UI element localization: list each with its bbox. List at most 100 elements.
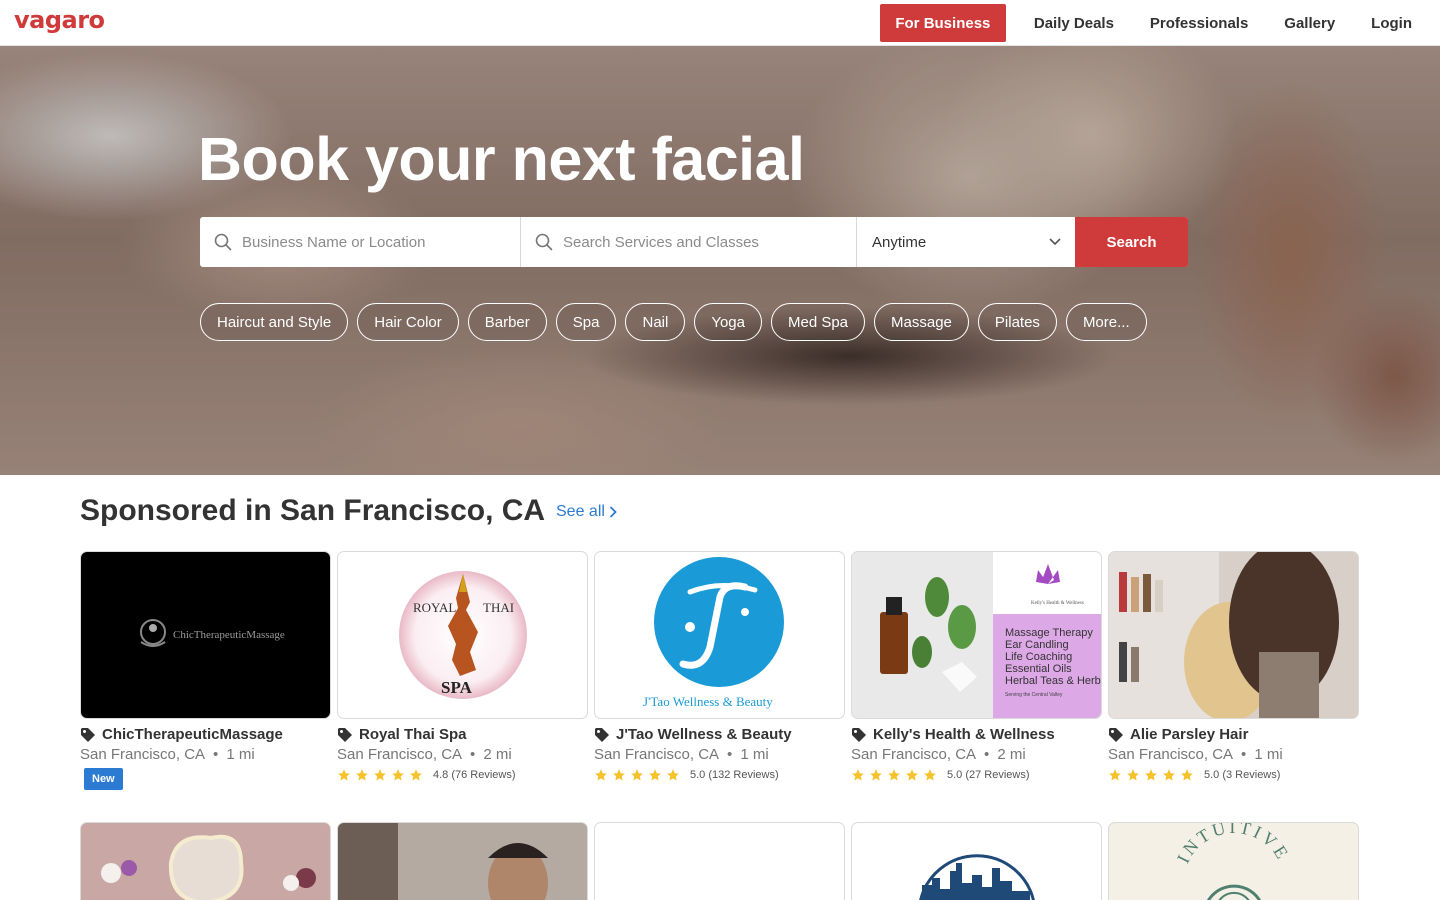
nav-professionals[interactable]: Professionals — [1132, 15, 1266, 32]
star-icon — [613, 769, 625, 781]
business-image[interactable]: INTUITIVE — [1108, 822, 1359, 900]
business-image[interactable]: Kelly's Health & Wellness Massage Therap… — [851, 551, 1102, 719]
thai-text: THAI — [483, 600, 514, 615]
business-city: San Francisco, CA — [337, 746, 463, 763]
business-city: San Francisco, CA — [851, 746, 977, 763]
business-image[interactable] — [337, 822, 588, 900]
service-search-input[interactable]: Search Services and Classes — [521, 217, 857, 267]
star-icon — [595, 769, 607, 781]
chip-med-spa[interactable]: Med Spa — [770, 303, 866, 341]
chip-barber[interactable]: Barber — [467, 303, 547, 341]
search-icon — [535, 233, 553, 251]
top-nav: For Business Daily Deals Professionals G… — [879, 0, 1440, 46]
star-icon — [888, 769, 900, 781]
business-image[interactable] — [594, 822, 845, 900]
service-placeholder: Search Services and Classes — [563, 233, 759, 251]
chevron-down-icon — [1049, 238, 1061, 246]
kellys-line-2: Ear Candling — [1005, 639, 1069, 651]
business-image[interactable] — [851, 822, 1102, 900]
star-icon — [374, 769, 386, 781]
tag-icon — [852, 727, 866, 742]
business-card[interactable]: ROYAL THAI SPA Royal Thai Spa San Franci… — [337, 551, 588, 782]
rating-text: 5.0 (27 Reviews) — [947, 769, 1030, 781]
business-distance: 1 mi — [740, 746, 769, 763]
nav-daily-deals[interactable]: Daily Deals — [1016, 15, 1132, 32]
chip-pilates[interactable]: Pilates — [977, 303, 1057, 341]
star-icon — [631, 769, 643, 781]
kellys-health-image: Kelly's Health & Wellness Massage Therap… — [852, 552, 1101, 718]
star-icon — [649, 769, 661, 781]
sponsored-section-title: Sponsored in San Francisco, CA — [80, 494, 546, 527]
star-icon — [1181, 769, 1193, 781]
star-icon — [410, 769, 422, 781]
business-rating: 5.0 (3 Reviews) — [1108, 768, 1359, 782]
for-business-button[interactable]: For Business — [879, 4, 1006, 42]
see-all-label: See all — [556, 503, 605, 520]
business-distance: 1 mi — [226, 746, 255, 763]
business-image[interactable]: ROYAL THAI SPA — [337, 551, 588, 719]
star-icon — [906, 769, 918, 781]
business-name[interactable]: Royal Thai Spa — [359, 726, 467, 743]
star-rating — [594, 768, 680, 782]
business-card[interactable]: Kelly's Health & Wellness Massage Therap… — [851, 551, 1102, 782]
star-icon — [356, 769, 368, 781]
alie-parsley-image — [1109, 552, 1358, 718]
time-select-value: Anytime — [872, 233, 927, 251]
location-search-input[interactable]: Business Name or Location — [200, 217, 521, 267]
see-all-link[interactable]: See all — [556, 503, 617, 521]
star-rating — [851, 768, 937, 782]
nav-login[interactable]: Login — [1353, 15, 1440, 32]
business-name[interactable]: J'Tao Wellness & Beauty — [616, 726, 792, 743]
business-name[interactable]: Alie Parsley Hair — [1130, 726, 1248, 743]
business-location: San Francisco, CA • 1 mi — [80, 746, 255, 763]
chip-haircut-and-style[interactable]: Haircut and Style — [200, 303, 349, 341]
star-rating — [337, 768, 423, 782]
location-placeholder: Business Name or Location — [242, 233, 426, 251]
star-icon — [667, 769, 679, 781]
tag-icon — [595, 727, 609, 742]
chip-spa[interactable]: Spa — [555, 303, 617, 341]
business-name[interactable]: ChicTherapeuticMassage — [102, 726, 283, 743]
royal-thai-spa-logo: ROYAL THAI SPA — [399, 571, 527, 699]
business-card[interactable]: J'Tao Wellness & Beauty J'Tao Wellness &… — [594, 551, 845, 782]
star-rating — [1108, 768, 1194, 782]
intuitive-logo: INTUITIVE — [1173, 823, 1291, 900]
barber-image — [338, 823, 587, 900]
business-image[interactable]: ChicTherapeuticMassage — [80, 551, 331, 719]
chip-nail[interactable]: Nail — [625, 303, 686, 341]
top-header: vagaro For Business Daily Deals Professi… — [0, 0, 1440, 46]
business-image[interactable]: J'Tao Wellness & Beauty — [594, 551, 845, 719]
business-rating: 4.8 (76 Reviews) — [337, 768, 588, 782]
spa-text: SPA — [441, 678, 473, 697]
business-name[interactable]: Kelly's Health & Wellness — [873, 726, 1055, 743]
city-skyline-logo — [919, 854, 1035, 900]
kellys-line-4: Essential Oils — [1005, 663, 1072, 675]
star-icon — [1109, 769, 1121, 781]
star-icon — [870, 769, 882, 781]
business-distance: 2 mi — [997, 746, 1026, 763]
jtao-logo: J'Tao Wellness & Beauty — [643, 557, 784, 709]
star-icon — [852, 769, 864, 781]
business-name-row: Alie Parsley Hair — [1108, 726, 1359, 743]
chip-yoga[interactable]: Yoga — [694, 303, 762, 341]
chip-hair-color[interactable]: Hair Color — [357, 303, 459, 341]
chip-more[interactable]: More... — [1065, 303, 1147, 341]
time-select[interactable]: Anytime — [857, 217, 1075, 267]
search-icon — [214, 233, 232, 251]
business-image[interactable] — [80, 822, 331, 900]
nav-gallery[interactable]: Gallery — [1266, 15, 1353, 32]
chip-massage[interactable]: Massage — [874, 303, 969, 341]
jtao-logo-text: J'Tao Wellness & Beauty — [643, 694, 773, 709]
category-chips: Haircut and Style Hair Color Barber Spa … — [200, 303, 1147, 341]
hero-title: Book your next facial — [198, 125, 805, 193]
business-card[interactable]: ChicTherapeuticMassage ChicTherapeuticMa… — [80, 551, 331, 790]
star-icon — [392, 769, 404, 781]
rating-text: 5.0 (132 Reviews) — [690, 769, 779, 781]
business-image[interactable] — [1108, 551, 1359, 719]
business-name-row: Kelly's Health & Wellness — [851, 726, 1102, 743]
search-button[interactable]: Search — [1075, 217, 1188, 267]
vagaro-logo[interactable]: vagaro — [14, 6, 105, 34]
business-card[interactable]: Alie Parsley Hair San Francisco, CA • 1 mi… — [1108, 551, 1359, 782]
star-icon — [1127, 769, 1139, 781]
tag-icon — [338, 727, 352, 742]
